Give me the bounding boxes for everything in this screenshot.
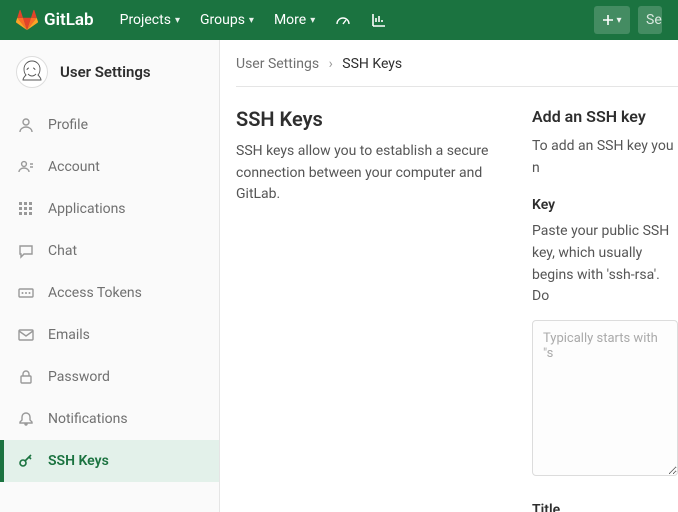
top-navbar: GitLab Projects ▾ Groups ▾ More ▾ ▾ Se <box>0 0 678 40</box>
sidebar-item-label: Chat <box>48 243 77 259</box>
key-label: Key <box>532 197 678 213</box>
nav-groups[interactable]: Groups ▾ <box>190 0 264 40</box>
applications-icon <box>18 201 34 217</box>
bell-icon <box>18 411 34 427</box>
gauge-icon <box>335 12 351 28</box>
page-description: SSH keys allow you to establish a secure… <box>236 141 508 206</box>
plus-icon <box>602 14 614 26</box>
token-icon <box>18 285 34 301</box>
lock-icon <box>18 369 34 385</box>
chevron-down-icon: ▾ <box>616 15 621 26</box>
sidebar-item-profile[interactable]: Profile <box>0 104 219 146</box>
brand-name: GitLab <box>44 10 94 30</box>
sidebar: User Settings Profile Account Applicatio… <box>0 40 220 512</box>
sidebar-item-ssh-keys[interactable]: SSH Keys <box>0 440 219 482</box>
nav-activity-icon[interactable] <box>361 0 397 40</box>
title-label: Title <box>532 502 678 512</box>
sidebar-title: User Settings <box>60 63 151 81</box>
sidebar-item-label: Password <box>48 369 110 385</box>
sidebar-item-account[interactable]: Account <box>0 146 219 188</box>
chat-icon <box>18 243 34 259</box>
sidebar-item-access-tokens[interactable]: Access Tokens <box>0 272 219 314</box>
sidebar-item-applications[interactable]: Applications <box>0 188 219 230</box>
nav-more[interactable]: More ▾ <box>264 0 325 40</box>
sidebar-item-label: Notifications <box>48 411 128 427</box>
ssh-key-textarea[interactable] <box>532 320 678 476</box>
breadcrumb-root[interactable]: User Settings <box>236 56 319 72</box>
main-content: User Settings › SSH Keys SSH Keys SSH ke… <box>220 40 678 512</box>
nav-dashboard-icon[interactable] <box>325 0 361 40</box>
sidebar-item-label: Emails <box>48 327 90 343</box>
nav-projects[interactable]: Projects ▾ <box>110 0 190 40</box>
sidebar-item-notifications[interactable]: Notifications <box>0 398 219 440</box>
new-button[interactable]: ▾ <box>594 6 630 34</box>
sidebar-item-emails[interactable]: Emails <box>0 314 219 356</box>
breadcrumb: User Settings › SSH Keys <box>236 56 678 87</box>
gitlab-icon <box>16 9 38 31</box>
form-heading: Add an SSH key <box>532 107 678 126</box>
search-input[interactable]: Se <box>638 6 662 34</box>
page-title: SSH Keys <box>236 107 508 131</box>
email-icon <box>18 327 34 343</box>
sidebar-item-label: Applications <box>48 201 126 217</box>
key-hint: Paste your public SSH key, which usually… <box>532 221 678 308</box>
profile-icon <box>18 117 34 133</box>
chart-icon <box>371 12 387 28</box>
sidebar-item-label: Access Tokens <box>48 285 142 301</box>
avatar[interactable] <box>16 56 48 88</box>
form-intro: To add an SSH key you n <box>532 136 678 179</box>
key-icon <box>18 453 34 469</box>
sidebar-header: User Settings <box>0 40 219 104</box>
breadcrumb-current: SSH Keys <box>342 56 402 72</box>
chevron-down-icon: ▾ <box>175 15 180 26</box>
chevron-down-icon: ▾ <box>249 15 254 26</box>
account-icon <box>18 159 34 175</box>
gitlab-logo[interactable]: GitLab <box>16 9 94 31</box>
chevron-right-icon: › <box>329 56 333 72</box>
sidebar-item-label: Account <box>48 159 100 175</box>
chevron-down-icon: ▾ <box>310 15 315 26</box>
sidebar-item-chat[interactable]: Chat <box>0 230 219 272</box>
avatar-face-icon <box>17 57 47 87</box>
sidebar-item-label: SSH Keys <box>48 453 109 469</box>
sidebar-item-label: Profile <box>48 117 88 133</box>
sidebar-item-password[interactable]: Password <box>0 356 219 398</box>
